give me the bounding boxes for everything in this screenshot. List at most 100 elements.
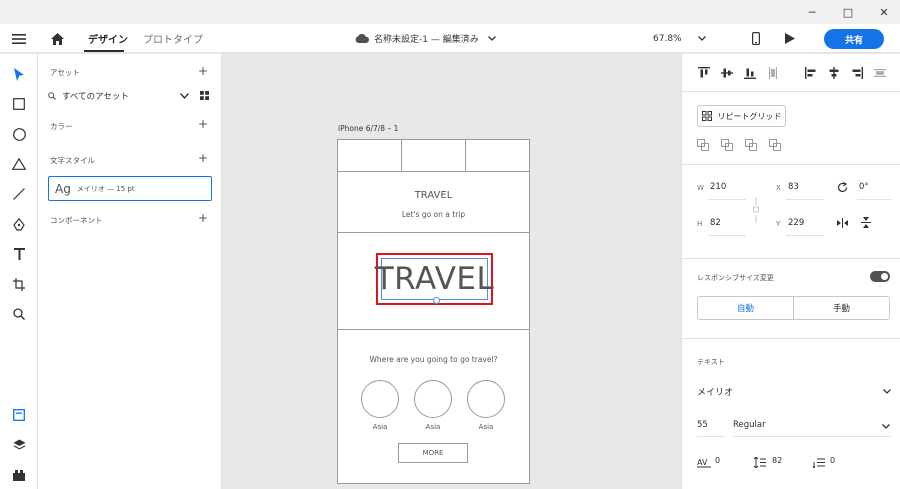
artboard[interactable]: TRAVEL Let's go on a trip TRAVEL Where a… <box>337 139 530 484</box>
paragraph-spacing-input[interactable]: 0 <box>830 456 835 465</box>
font-weight-underline <box>733 436 891 437</box>
zoom-tool-icon[interactable] <box>8 303 30 325</box>
line-tool-icon[interactable] <box>8 183 30 205</box>
boolean-intersect-icon[interactable] <box>745 139 757 151</box>
hamburger-menu-icon[interactable] <box>12 24 26 53</box>
share-button[interactable]: 共有 <box>824 29 884 49</box>
chevron-down-icon <box>180 93 189 99</box>
destination-circle[interactable] <box>467 380 505 418</box>
align-right-icon[interactable] <box>850 66 864 80</box>
paragraph-spacing-icon <box>813 458 825 468</box>
artboard-label[interactable]: iPhone 6/7/8 – 1 <box>338 124 398 133</box>
polygon-tool-icon[interactable] <box>8 153 30 175</box>
tab-design-indicator <box>84 50 124 52</box>
boolean-add-icon[interactable] <box>697 139 709 151</box>
responsive-resize-label: レスポンシブサイズ変更 <box>697 274 774 282</box>
artboard-subtitle-text[interactable]: Let's go on a trip <box>338 210 529 219</box>
add-color-icon[interactable]: + <box>198 118 208 130</box>
destination-label[interactable]: Asia <box>361 423 399 431</box>
text-tool-icon[interactable] <box>8 243 30 265</box>
chevron-down-icon[interactable] <box>488 24 496 53</box>
play-preview-icon[interactable] <box>785 24 795 53</box>
y-underline <box>786 235 824 236</box>
destination-circle[interactable] <box>361 380 399 418</box>
repeat-grid-button[interactable]: リピートグリッド <box>697 105 786 127</box>
lock-aspect-icon[interactable] <box>752 197 760 223</box>
zoom-chevron-down-icon[interactable] <box>698 24 706 53</box>
font-family-dropdown[interactable]: メイリオ <box>697 382 891 400</box>
pen-tool-icon[interactable] <box>8 213 30 235</box>
hero-section[interactable]: TRAVEL <box>338 232 529 330</box>
destination-label[interactable]: Asia <box>467 423 505 431</box>
character-spacing-icon: AV <box>697 458 711 468</box>
artboard-tool-icon[interactable] <box>8 273 30 295</box>
design-canvas[interactable]: iPhone 6/7/8 – 1 TRAVEL Let's go on a tr… <box>222 54 681 489</box>
resize-handle[interactable] <box>433 297 440 304</box>
destination-circle[interactable] <box>414 380 452 418</box>
artboard-title-text[interactable]: TRAVEL <box>338 190 529 201</box>
resize-mode-manual[interactable]: 手動 <box>793 296 890 320</box>
font-size-input[interactable]: 55 <box>697 420 708 430</box>
device-preview-icon[interactable] <box>752 24 760 53</box>
add-char-style-icon[interactable]: + <box>198 152 208 164</box>
boolean-exclude-icon[interactable] <box>769 139 781 151</box>
rectangle-tool-icon[interactable] <box>8 93 30 115</box>
align-left-icon[interactable] <box>804 66 818 80</box>
line-spacing-input[interactable]: 82 <box>772 456 782 465</box>
document-title[interactable]: 名称未設定-1 — 編集済み <box>374 24 479 53</box>
flip-horizontal-icon[interactable] <box>837 218 848 228</box>
more-button[interactable]: MORE <box>398 443 468 463</box>
rotation-underline <box>857 199 891 200</box>
char-style-item[interactable]: Ag メイリオ — 15 pt <box>48 176 212 201</box>
align-bottom-icon[interactable] <box>743 66 757 80</box>
text-section-label: テキスト <box>697 358 725 366</box>
home-icon[interactable] <box>51 24 64 53</box>
assets-panel: アセット + すべてのアセット カラー + 文字スタイル + Ag メイリオ —… <box>38 54 222 489</box>
line-spacing-icon <box>754 457 766 468</box>
nav-cell[interactable] <box>466 140 529 172</box>
width-label: W <box>697 184 704 192</box>
minimize-button[interactable]: ─ <box>794 0 830 24</box>
distribute-horizontal-icon[interactable] <box>873 66 887 80</box>
add-asset-icon[interactable]: + <box>198 65 208 77</box>
hero-text[interactable]: TRAVEL <box>375 261 495 297</box>
question-text[interactable]: Where are you going to go travel? <box>338 355 529 364</box>
maximize-button[interactable]: □ <box>830 0 866 24</box>
nav-cell[interactable] <box>402 140 466 172</box>
select-tool-icon[interactable] <box>8 63 30 85</box>
width-input[interactable]: 210 <box>710 182 726 192</box>
x-input[interactable]: 83 <box>788 182 799 192</box>
chevron-down-icon[interactable] <box>882 424 890 429</box>
align-middle-icon[interactable] <box>720 66 734 80</box>
add-component-icon[interactable]: + <box>198 212 208 224</box>
assets-panel-icon[interactable] <box>8 404 30 426</box>
resize-mode-auto[interactable]: 自動 <box>697 296 794 320</box>
search-icon <box>48 92 56 100</box>
tab-prototype[interactable]: プロトタイプ <box>143 24 203 53</box>
flip-vertical-icon[interactable] <box>861 217 871 228</box>
nav-cell[interactable] <box>338 140 402 172</box>
distribute-vertical-icon[interactable] <box>766 66 780 80</box>
destination-label[interactable]: Asia <box>414 423 452 431</box>
rotation-input[interactable]: 0° <box>859 182 869 192</box>
property-inspector: リピートグリッド W 210 X 83 0° H 82 Y 229 レスポンシブ… <box>681 54 900 489</box>
grid-view-icon[interactable] <box>200 91 209 100</box>
selected-text-box[interactable]: TRAVEL <box>375 258 494 304</box>
height-input[interactable]: 82 <box>710 218 721 228</box>
tool-bar <box>0 54 38 489</box>
asset-filter-dropdown[interactable]: すべてのアセット <box>48 86 210 106</box>
font-weight-dropdown[interactable]: Regular <box>733 420 766 430</box>
ellipse-tool-icon[interactable] <box>8 123 30 145</box>
align-center-icon[interactable] <box>827 66 841 80</box>
plugins-icon[interactable] <box>8 464 30 486</box>
tab-design[interactable]: デザイン <box>88 24 128 53</box>
align-top-icon[interactable] <box>697 66 711 80</box>
responsive-resize-toggle[interactable] <box>870 271 890 282</box>
height-underline <box>708 235 746 236</box>
close-window-button[interactable]: ✕ <box>866 0 900 24</box>
boolean-subtract-icon[interactable] <box>721 139 733 151</box>
layers-icon[interactable] <box>8 434 30 456</box>
character-spacing-input[interactable]: 0 <box>715 456 720 465</box>
y-input[interactable]: 229 <box>788 218 804 228</box>
zoom-level[interactable]: 67.8% <box>653 24 682 53</box>
